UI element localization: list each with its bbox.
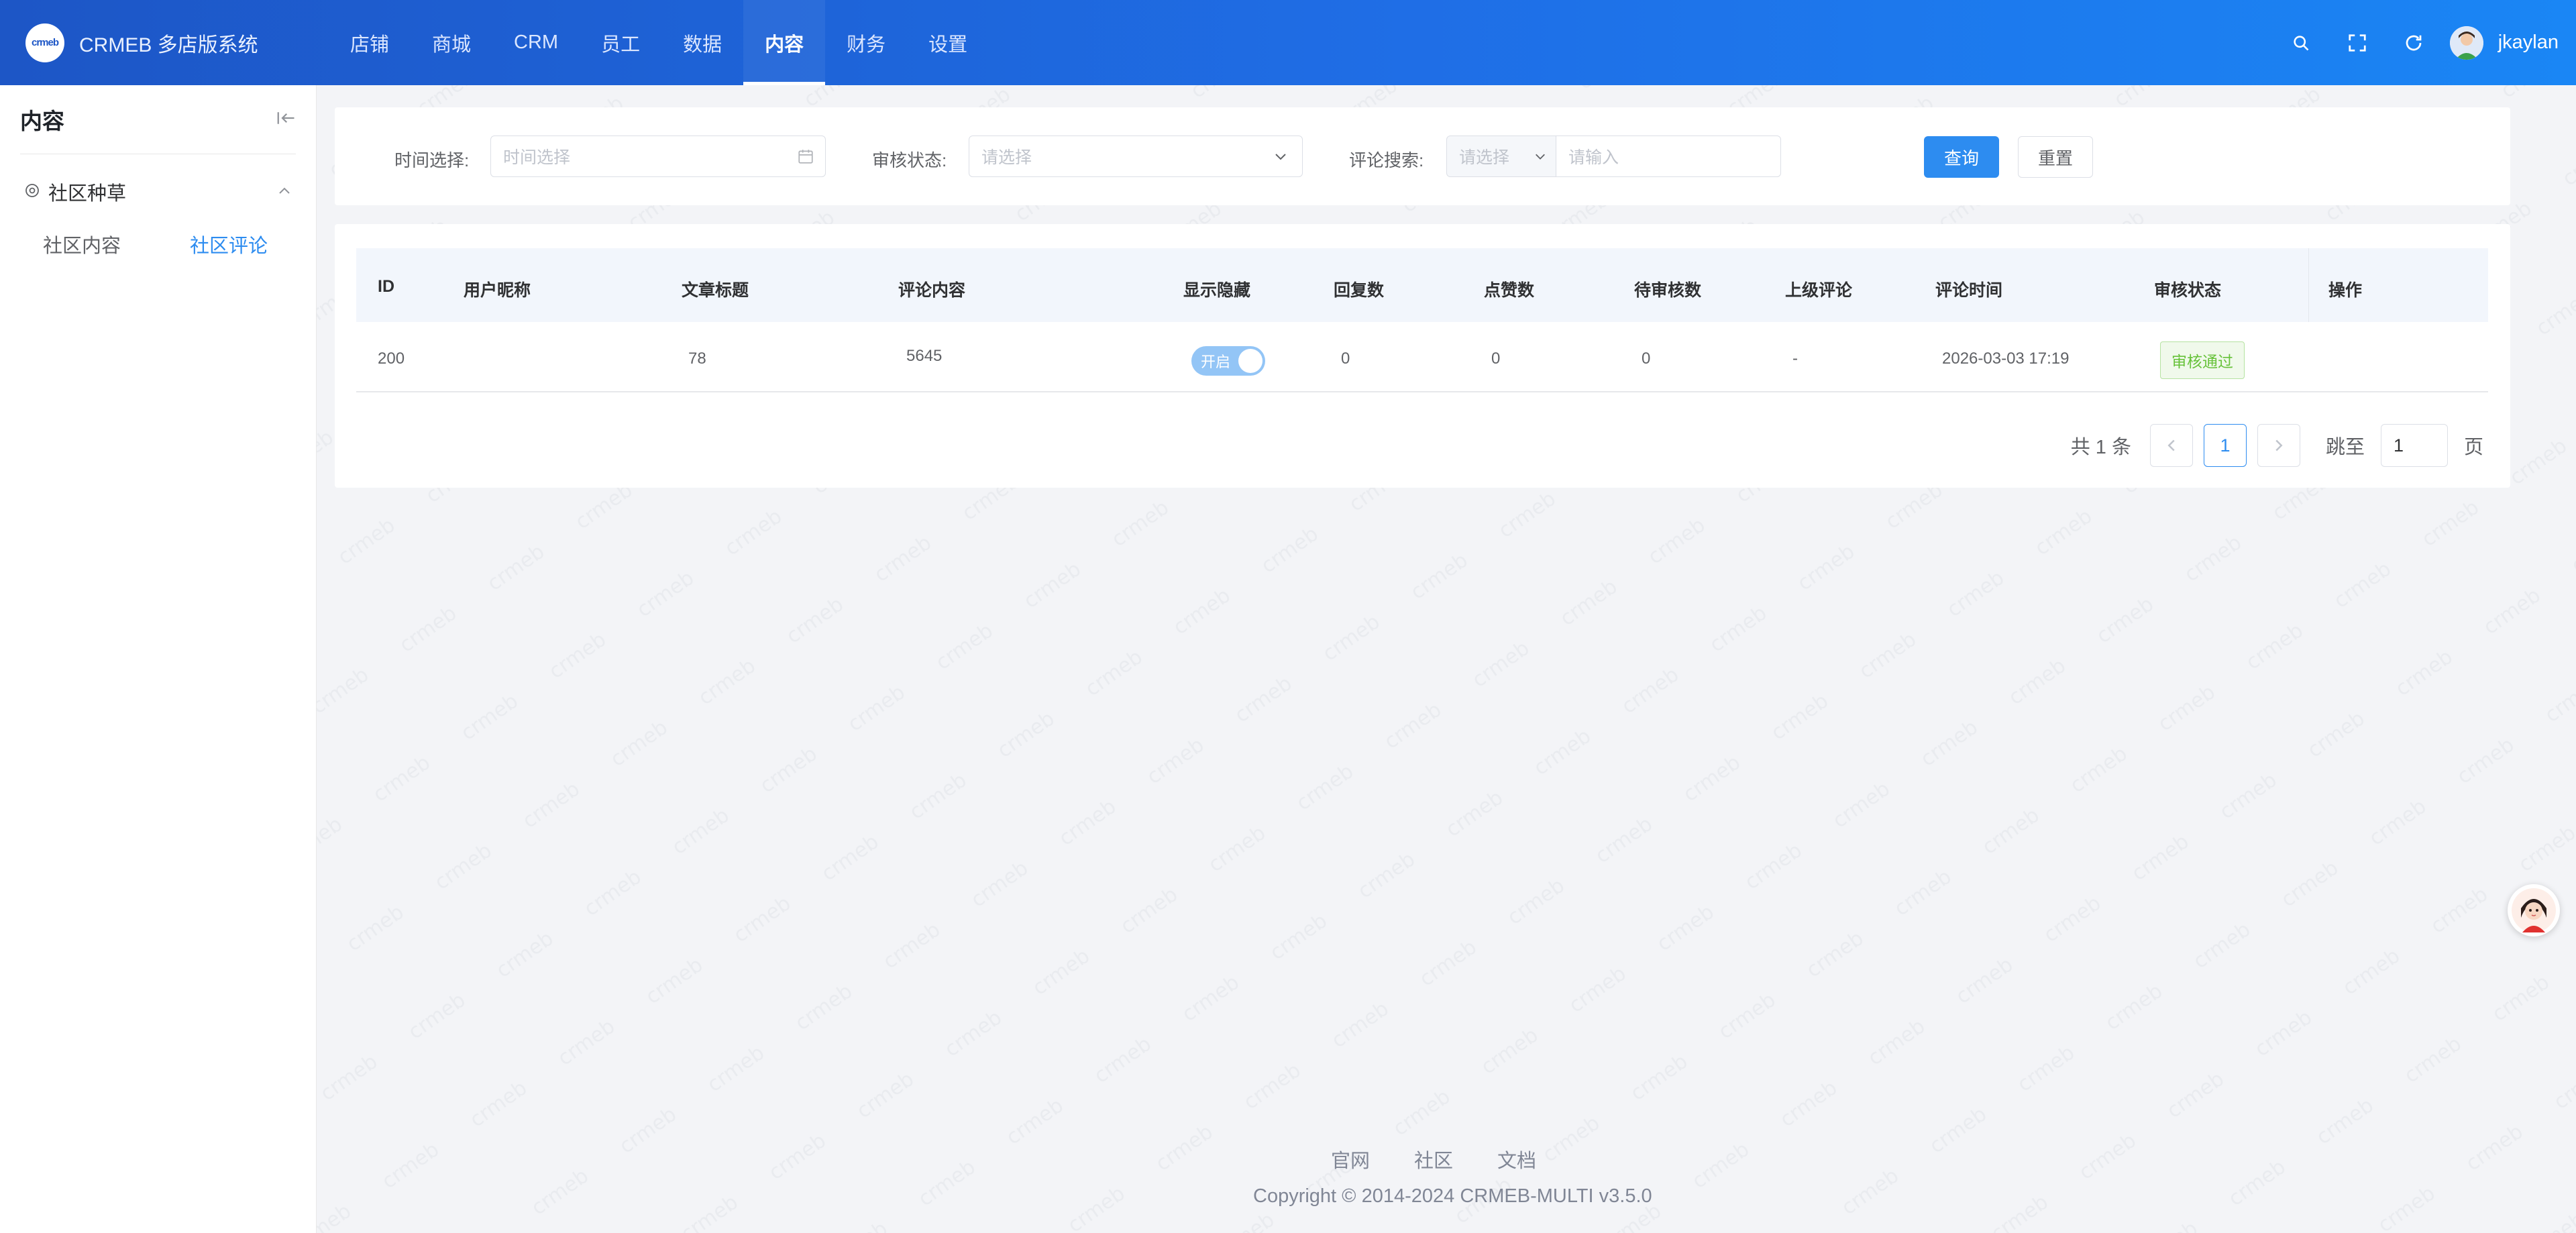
nav-item-crm[interactable]: CRM — [492, 0, 580, 85]
main-nav: 店铺 商城 CRM 员工 数据 内容 财务 设置 — [329, 0, 989, 85]
search-type-placeholder: 请选择 — [1459, 148, 1510, 167]
nav-item-settings[interactable]: 设置 — [907, 0, 989, 85]
jump-page-input[interactable]: 1 — [2380, 424, 2448, 467]
fullscreen-icon[interactable] — [2329, 0, 2385, 85]
table-row: 200 78 5645 开启 0 0 0 - 2026-03-03 17:19 … — [356, 322, 2488, 392]
cell-parent-comment: - — [1792, 350, 1798, 368]
time-filter-label: 时间选择: — [394, 150, 470, 170]
cell-comment-time: 2026-03-03 17:19 — [1942, 350, 2070, 368]
column-header-id: ID — [378, 277, 394, 296]
table-card: ID 用户昵称 文章标题 评论内容 显示隐藏 回复数 点赞数 待审核数 上级评论… — [335, 224, 2510, 488]
visibility-toggle[interactable]: 开启 — [1191, 346, 1265, 376]
user-avatar[interactable] — [2449, 25, 2483, 60]
search-icon[interactable] — [2273, 0, 2329, 85]
refresh-icon[interactable] — [2385, 0, 2442, 85]
collapse-sidebar-icon[interactable] — [276, 109, 296, 130]
column-header-replies: 回复数 — [1334, 281, 1385, 300]
sidebar-item-community-content[interactable]: 社区内容 — [43, 230, 121, 258]
query-button[interactable]: 查询 — [1924, 136, 1999, 178]
page-suffix: 页 — [2463, 437, 2483, 458]
logo-badge: crmeb — [25, 23, 64, 62]
sidebar-group-label: 社区种草 — [48, 183, 127, 205]
column-header-actions: 操作 — [2328, 281, 2363, 300]
column-header-visibility: 显示隐藏 — [1183, 281, 1251, 300]
header-actions: jkaylan — [2273, 0, 2559, 85]
cell-article-title: 78 — [688, 350, 706, 368]
copyright: Copyright © 2014-2024 CRMEB-MULTI v3.5.0 — [1253, 1185, 1652, 1207]
chevron-down-icon — [1534, 152, 1546, 160]
column-header-article-title: 文章标题 — [682, 281, 749, 300]
column-header-review-status: 审核状态 — [2154, 281, 2222, 300]
cell-likes: 0 — [1491, 350, 1501, 368]
next-page-button[interactable] — [2257, 424, 2300, 467]
sidebar-item-community-comments[interactable]: 社区评论 — [190, 230, 268, 258]
footer-link-docs[interactable]: 文档 — [1497, 1145, 1536, 1173]
jump-label: 跳至 — [2325, 437, 2365, 458]
cell-replies: 0 — [1341, 350, 1350, 368]
column-header-comment-content: 评论内容 — [898, 281, 966, 300]
column-header-nickname: 用户昵称 — [464, 281, 531, 300]
page-button-1[interactable]: 1 — [2203, 424, 2247, 467]
cell-pending: 0 — [1642, 350, 1651, 368]
target-icon — [24, 182, 40, 202]
chevron-up-icon — [277, 185, 292, 199]
calendar-icon — [797, 148, 814, 165]
customer-service-icon — [2512, 888, 2556, 932]
nav-item-store[interactable]: 店铺 — [329, 0, 411, 85]
toggle-knob — [1238, 349, 1263, 373]
status-select-placeholder: 请选择 — [981, 148, 1032, 167]
column-header-likes: 点赞数 — [1484, 281, 1535, 300]
sidebar-submenu: 社区内容 社区评论 — [0, 229, 316, 259]
filter-card: 时间选择: 时间选择 审核状态: 请选择 评论搜索: 请选择 请输入 查询 重置 — [335, 107, 2510, 205]
sidebar: 内容 社区种草 社区内容 社区评论 — [0, 85, 317, 1233]
app-title: CRMEB 多店版系统 — [79, 34, 258, 56]
cell-comment-content: 5645 — [906, 347, 943, 365]
nav-item-finance[interactable]: 财务 — [825, 0, 907, 85]
prev-page-button[interactable] — [2149, 424, 2193, 467]
nav-item-mall[interactable]: 商城 — [411, 0, 492, 85]
top-header: crmeb CRMEB 多店版系统 店铺 商城 CRM 员工 数据 内容 财务 … — [0, 0, 2576, 85]
search-type-select[interactable]: 请选择 — [1446, 136, 1556, 177]
time-picker-placeholder: 时间选择 — [503, 148, 571, 167]
column-header-comment-time: 评论时间 — [1935, 281, 2003, 300]
pagination: 共 1 条 1 跳至 1 页 — [2071, 424, 2483, 467]
app-logo[interactable]: crmeb CRMEB 多店版系统 — [25, 23, 327, 62]
pagination-total: 共 1 条 — [2070, 437, 2131, 458]
column-header-parent-comment: 上级评论 — [1785, 281, 1853, 300]
reset-button[interactable]: 重置 — [2018, 136, 2093, 178]
status-select[interactable]: 请选择 — [969, 136, 1303, 177]
comment-search-label: 评论搜索: — [1349, 150, 1424, 170]
search-input-placeholder: 请输入 — [1568, 148, 1619, 167]
chevron-down-icon — [1274, 152, 1287, 161]
cell-id: 200 — [378, 350, 405, 368]
customer-service-button[interactable] — [2508, 884, 2560, 936]
nav-item-data[interactable]: 数据 — [661, 0, 743, 85]
sidebar-group-community[interactable]: 社区种草 — [0, 154, 316, 229]
column-divider — [2308, 248, 2309, 322]
review-status-badge: 审核通过 — [2160, 341, 2245, 379]
time-picker[interactable]: 时间选择 — [490, 136, 826, 177]
search-input[interactable]: 请输入 — [1556, 136, 1781, 177]
sidebar-header: 内容 — [20, 85, 296, 154]
visibility-toggle-label: 开启 — [1201, 354, 1231, 370]
column-header-pending: 待审核数 — [1634, 281, 1702, 300]
sidebar-title: 内容 — [20, 109, 64, 133]
username[interactable]: jkaylan — [2498, 32, 2559, 54]
footer-link-community[interactable]: 社区 — [1414, 1145, 1453, 1173]
comments-table: ID 用户昵称 文章标题 评论内容 显示隐藏 回复数 点赞数 待审核数 上级评论… — [356, 248, 2488, 392]
table-header: ID 用户昵称 文章标题 评论内容 显示隐藏 回复数 点赞数 待审核数 上级评论… — [356, 248, 2488, 322]
nav-item-content[interactable]: 内容 — [743, 0, 826, 85]
nav-item-staff[interactable]: 员工 — [580, 0, 661, 85]
footer-link-official-site[interactable]: 官网 — [1331, 1145, 1370, 1173]
footer-links: 官网 社区 文档 — [1331, 1145, 1580, 1173]
status-filter-label: 审核状态: — [872, 150, 947, 170]
